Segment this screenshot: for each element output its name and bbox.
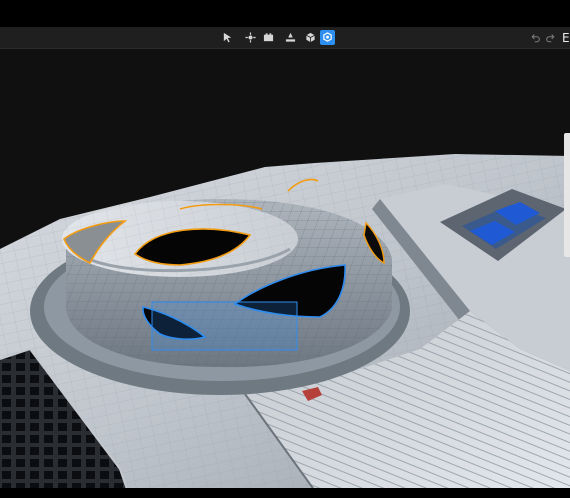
selection-rectangle[interactable] [151,301,298,351]
bottom-strip [0,488,570,498]
side-panel-handle[interactable] [564,133,570,257]
transform-tool-button[interactable] [243,30,258,45]
object-tool-button[interactable] [303,30,318,45]
undo-button[interactable] [529,31,542,44]
redo-button[interactable] [543,31,556,44]
cursor-arrow-icon [223,32,232,43]
select-tool-button[interactable] [220,30,235,45]
polygon-selection-tool-button[interactable] [320,30,335,45]
redo-icon [545,33,555,42]
cube-icon [306,32,315,43]
ground-plane-icon [285,32,296,42]
3d-viewport[interactable] [0,49,570,498]
app-window: E [0,0,570,498]
move-gizmo-icon [245,32,256,43]
ruler-card-icon [263,33,274,42]
undo-icon [530,33,540,42]
edge-label: E [562,31,570,45]
toolbar: E [0,27,570,49]
measure-tool-button[interactable] [261,30,276,45]
title-bar [0,0,570,27]
polygon-select-icon [323,32,332,42]
mesh-scene [0,154,570,498]
ground-tool-button[interactable] [283,30,298,45]
